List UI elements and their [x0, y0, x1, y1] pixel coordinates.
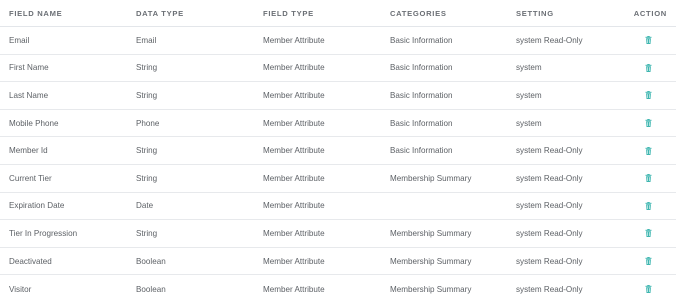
- cell-categories: Membership Summary: [390, 256, 472, 266]
- trash-icon[interactable]: [645, 229, 652, 238]
- cell-field-name: Member Id: [9, 146, 48, 156]
- cell-field-name: First Name: [9, 63, 49, 73]
- cell-field-type: Member Attribute: [263, 256, 325, 266]
- cell-field-name: Current Tier: [9, 173, 52, 183]
- table-row: Current Tier String Member Attribute Member…: [0, 165, 676, 193]
- cell-categories: Basic Information: [390, 90, 453, 100]
- column-header-categories: CATEGORIES: [390, 8, 447, 18]
- trash-icon[interactable]: [645, 63, 652, 72]
- column-header-field-name: FIELD NAME: [9, 8, 63, 18]
- table-body: Email Email Member Attribute Basic Informat…: [0, 27, 676, 303]
- cell-setting: system: [516, 63, 542, 73]
- cell-field-type: Member Attribute: [263, 35, 325, 45]
- cell-categories: Membership Summary: [390, 284, 472, 294]
- cell-field-name: Email: [9, 35, 30, 45]
- table-row: Member Id String Member Attribute Basic Inf…: [0, 137, 676, 165]
- table-row: Visitor Boolean Member Attribute Membership…: [0, 275, 676, 303]
- table-row: Last Name String Member Attribute Basic Inf…: [0, 82, 676, 110]
- trash-icon[interactable]: [645, 91, 652, 100]
- cell-action: [645, 220, 652, 247]
- cell-action: [645, 137, 652, 164]
- cell-field-type: Member Attribute: [263, 63, 325, 73]
- column-header-data-type: DATA TYPE: [136, 8, 184, 18]
- cell-field-name: Visitor: [9, 284, 32, 294]
- cell-action: [645, 110, 652, 137]
- fields-table: FIELD NAME DATA TYPE FIELD TYPE CATEGORI…: [0, 0, 676, 303]
- trash-icon[interactable]: [645, 146, 652, 155]
- cell-setting: system Read-Only: [516, 284, 583, 294]
- cell-data-type: Phone: [136, 118, 160, 128]
- cell-action: [645, 275, 652, 303]
- cell-action: [645, 27, 652, 54]
- cell-setting: system Read-Only: [516, 146, 583, 156]
- cell-setting: system Read-Only: [516, 173, 583, 183]
- column-header-field-type: FIELD TYPE: [263, 8, 314, 18]
- trash-icon[interactable]: [645, 285, 652, 294]
- cell-field-name: Last Name: [9, 90, 49, 100]
- table-row: Deactivated Boolean Member Attribute Member…: [0, 248, 676, 276]
- cell-categories: Membership Summary: [390, 228, 472, 238]
- table-row: Mobile Phone Phone Member Attribute Basic I…: [0, 110, 676, 138]
- trash-icon[interactable]: [645, 119, 652, 128]
- cell-setting: system Read-Only: [516, 35, 583, 45]
- cell-action: [645, 165, 652, 192]
- cell-field-type: Member Attribute: [263, 173, 325, 183]
- trash-icon[interactable]: [645, 36, 652, 45]
- cell-setting: system: [516, 90, 542, 100]
- cell-data-type: String: [136, 63, 158, 73]
- column-header-setting: SETTING: [516, 8, 554, 18]
- cell-setting: system: [516, 118, 542, 128]
- cell-categories: Basic Information: [390, 35, 453, 45]
- cell-data-type: String: [136, 228, 158, 238]
- cell-field-name: Mobile Phone: [9, 118, 59, 128]
- table-row: Expiration Date Date Member Attribute syste…: [0, 193, 676, 221]
- cell-action: [645, 82, 652, 109]
- cell-categories: Membership Summary: [390, 173, 472, 183]
- cell-categories: Basic Information: [390, 118, 453, 128]
- cell-setting: system Read-Only: [516, 201, 583, 211]
- cell-setting: system Read-Only: [516, 256, 583, 266]
- cell-setting: system Read-Only: [516, 228, 583, 238]
- cell-field-name: Tier In Progression: [9, 228, 78, 238]
- cell-field-type: Member Attribute: [263, 90, 325, 100]
- cell-field-name: Expiration Date: [9, 201, 65, 211]
- cell-field-name: Deactivated: [9, 256, 52, 266]
- cell-data-type: String: [136, 146, 158, 156]
- cell-field-type: Member Attribute: [263, 201, 325, 211]
- trash-icon[interactable]: [645, 201, 652, 210]
- trash-icon[interactable]: [645, 174, 652, 183]
- cell-data-type: Date: [136, 201, 154, 211]
- table-header: FIELD NAME DATA TYPE FIELD TYPE CATEGORI…: [0, 0, 676, 27]
- cell-data-type: Boolean: [136, 256, 166, 266]
- table-row: Tier In Progression String Member Attribut…: [0, 220, 676, 248]
- table-row: Email Email Member Attribute Basic Informat…: [0, 27, 676, 55]
- cell-data-type: Email: [136, 35, 157, 45]
- cell-action: [645, 248, 652, 275]
- cell-categories: Basic Information: [390, 63, 453, 73]
- table-row: First Name String Member Attribute Basic In…: [0, 55, 676, 83]
- cell-categories: Basic Information: [390, 146, 453, 156]
- cell-data-type: String: [136, 90, 158, 100]
- trash-icon[interactable]: [645, 257, 652, 266]
- cell-field-type: Member Attribute: [263, 284, 325, 294]
- cell-field-type: Member Attribute: [263, 146, 325, 156]
- cell-action: [645, 55, 652, 82]
- cell-data-type: Boolean: [136, 284, 166, 294]
- cell-field-type: Member Attribute: [263, 228, 325, 238]
- cell-action: [645, 193, 652, 220]
- cell-data-type: String: [136, 173, 158, 183]
- column-header-action: ACTION: [633, 8, 667, 18]
- cell-field-type: Member Attribute: [263, 118, 325, 128]
